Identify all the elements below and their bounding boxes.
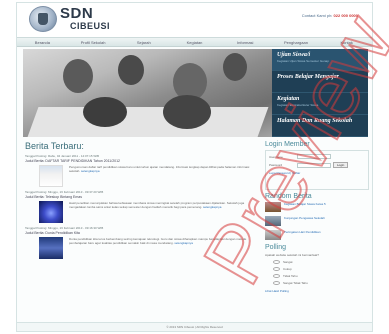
news-item: Tanggal Posting: Minggu, 16 Februari 201… (25, 190, 255, 223)
poll-option-label: Tidak Tahu (283, 274, 298, 278)
banner-item-title: Kegiatan (277, 96, 300, 102)
login-button[interactable]: Login (333, 162, 349, 168)
news-text: Pengumuman daftar tarif pendidikan siswa… (69, 165, 255, 187)
random-link[interactable]: Kunjungan Pengawas Sekolah (284, 216, 325, 220)
banner-photo[interactable] (23, 49, 273, 137)
logo-subtitle: CIBEUSI (70, 21, 111, 31)
radio-icon[interactable] (273, 281, 280, 285)
main-nav: Beranda Profil Sekolah Sejarah Kegiatan … (17, 37, 372, 47)
poll-option[interactable]: Tidak Tahu (265, 274, 369, 278)
login-heading: Login Member (265, 141, 310, 148)
nav-item-penghargaan[interactable]: Penghargaan (271, 38, 322, 46)
news-thumbnail[interactable] (39, 237, 63, 259)
news-item: Tanggal Posting: Rabu, 04 Januari 2011 -… (25, 154, 255, 187)
poll-option[interactable]: Sangat (265, 260, 369, 264)
news-title[interactable]: Judul Berita: Dunia Pendidikan Kita (25, 231, 255, 235)
username-input[interactable] (297, 154, 331, 159)
banner-item-title: Ujian Siswa/i (277, 52, 311, 58)
news-heading: Berita Terbaru: (25, 141, 84, 151)
banner-item-title: Halaman Dan Ruang Sekolah (277, 118, 353, 124)
school-logo-icon[interactable] (29, 6, 57, 32)
radio-icon[interactable] (273, 260, 280, 264)
nav-item-kegiatan[interactable]: Kegiatan (169, 38, 220, 46)
banner-menu: Ujian Siswa/i Kegiatan Ujian Siswa Semes… (272, 49, 368, 137)
banner-item-ujian[interactable]: Ujian Siswa/i Kegiatan Ujian Siswa Semes… (272, 49, 368, 71)
news-body: Dunia pendidikan kita terus berkembang s… (25, 237, 255, 259)
news-body: Pengumuman daftar tarif pendidikan siswa… (25, 165, 255, 187)
random-thumbnail[interactable] (265, 216, 281, 226)
news-meta: Tanggal Posting: Rabu, 04 Januari 2011 -… (25, 154, 99, 158)
nav-item-informasi[interactable]: Informasi (220, 38, 271, 46)
username-label: Username (269, 154, 283, 159)
poll-results-link[interactable]: Lihat Hasil Polling (265, 289, 369, 293)
password-label: Password (269, 163, 283, 167)
banner-item-proses[interactable]: Proses Belajar Mengajar (272, 71, 368, 93)
news-meta: Tanggal Posting: Minggu, 16 Februari 201… (25, 190, 104, 194)
banner-slider: Ujian Siswa/i Kegiatan Ujian Siswa Semes… (23, 49, 368, 137)
poll-question: Apakah website sekolah ini bermanfaat? (265, 253, 319, 257)
nav-item-beranda[interactable]: Beranda (17, 38, 68, 46)
read-more-link[interactable]: selengkapnya (174, 241, 193, 245)
random-link[interactable]: Kegiatan Belajar Siswa Kelas 5 (284, 202, 326, 206)
news-title[interactable]: Judul Berita: DAFTAR TARIF PENDIDIKAN Ta… (25, 159, 255, 163)
password-row: Password Login (269, 162, 365, 168)
news-thumbnail[interactable] (39, 165, 63, 187)
news-item: Tanggal Posting: Minggu, 16 Februari 201… (25, 226, 255, 259)
sidebar: Login Member Username Password Login Lup… (265, 141, 369, 293)
news-title[interactable]: Judul Berita: Teleskop Bintang Emas (25, 195, 255, 199)
radio-icon[interactable] (273, 267, 280, 271)
random-link[interactable]: Peringatan Hari Pendidikan (284, 230, 321, 234)
contact-phone: 022 000 0000 (333, 13, 358, 18)
banner-item-title: Proses Belajar Mengajar (277, 74, 340, 80)
nav-item-kontak[interactable]: Kontak (321, 38, 372, 46)
news-excerpt: Dunia pendidikan kita terus berkembang s… (69, 237, 247, 246)
logo-title: SDN (60, 5, 94, 22)
contact-label: Contact Kami ph: (301, 13, 333, 18)
random-thumbnail[interactable] (265, 202, 281, 212)
news-body: Hasil penelitian menunjukkan bahwa kebia… (25, 201, 255, 223)
poll-option[interactable]: Cukup (265, 267, 369, 271)
banner-item-kegiatan[interactable]: Kegiatan Kegiatan Ekstrakurikuler Siswa (272, 93, 368, 115)
footer: © 2013 SDN Cibeusi | All Rights Reserved (17, 322, 372, 331)
banner-item-sub: Kegiatan Ekstrakurikuler Siswa (277, 103, 319, 107)
news-thumbnail[interactable] (39, 201, 63, 223)
login-links[interactable]: Lupa Password | Daftar (269, 171, 365, 175)
news-text: Dunia pendidikan kita terus berkembang s… (69, 237, 255, 259)
random-item[interactable]: Peringatan Hari Pendidikan (265, 230, 369, 240)
banner-item-halaman[interactable]: Halaman Dan Ruang Sekolah (272, 115, 368, 137)
random-thumbnail[interactable] (265, 230, 281, 240)
random-item[interactable]: Kunjungan Pengawas Sekolah (265, 216, 369, 226)
read-more-link[interactable]: selengkapnya (203, 205, 222, 209)
header: SDN CIBEUSI Contact Kami ph: 022 000 000… (17, 3, 372, 37)
banner-item-sub: Kegiatan Ujian Siswa Semester Genap (277, 59, 329, 63)
news-column: Berita Terbaru: Tanggal Posting: Rabu, 0… (25, 141, 255, 262)
poll-option-label: Sangat Tidak Tahu (283, 281, 308, 285)
random-item[interactable]: Kegiatan Belajar Siswa Kelas 5 (265, 202, 369, 212)
read-more-link[interactable]: selengkapnya (81, 169, 100, 173)
poll-heading: Polling (265, 244, 287, 251)
nav-item-sejarah[interactable]: Sejarah (118, 38, 169, 46)
username-row: Username (269, 154, 365, 159)
poll-option-label: Sangat (283, 260, 293, 264)
contact-info: Contact Kami ph: 022 000 0000 (302, 13, 358, 18)
news-meta: Tanggal Posting: Minggu, 16 Februari 201… (25, 226, 104, 230)
news-text: Hasil penelitian menunjukkan bahwa kebia… (69, 201, 255, 223)
password-input[interactable] (297, 162, 331, 168)
random-heading: Random Berita (265, 193, 312, 200)
radio-icon[interactable] (273, 274, 280, 278)
nav-item-profil[interactable]: Profil Sekolah (68, 38, 119, 46)
page: SDN CIBEUSI Contact Kami ph: 022 000 000… (16, 2, 373, 332)
login-form: Username Password Login Lupa Password | … (265, 150, 369, 190)
poll-option-label: Cukup (283, 267, 292, 271)
poll-option[interactable]: Sangat Tidak Tahu (265, 281, 369, 285)
